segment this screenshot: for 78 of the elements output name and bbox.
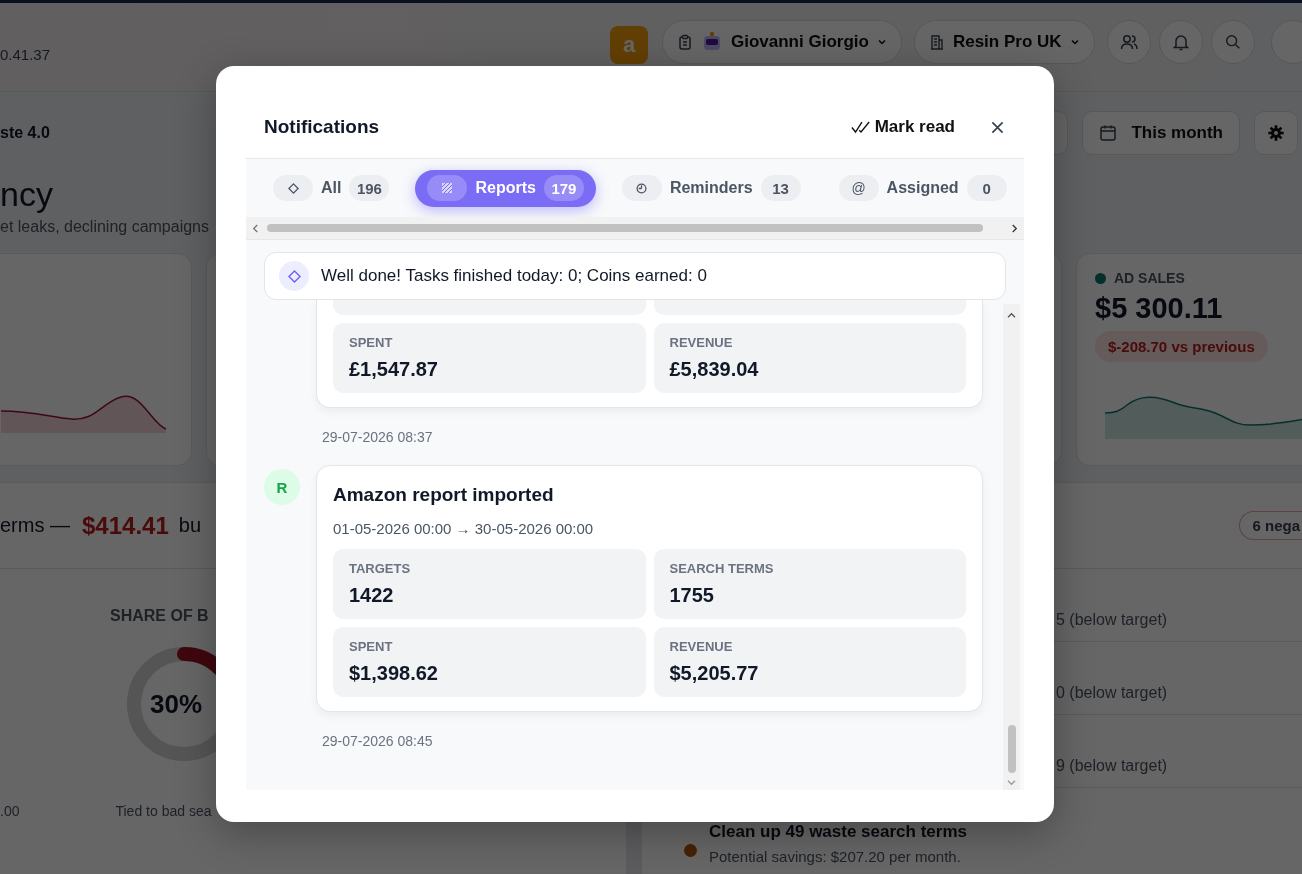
stat-value: 1755 — [669, 584, 715, 607]
stat-label: SPENT — [349, 335, 394, 350]
mark-read-button[interactable]: Mark read — [850, 115, 955, 139]
version-text: 0.41.37 — [0, 45, 52, 63]
filter-tab[interactable]: @ Assigned 0 — [826, 169, 1019, 207]
diamond-icon — [287, 182, 299, 194]
diamond-icon — [287, 269, 301, 283]
caption: Tied to bad sea — [115, 803, 212, 819]
search-icon — [1223, 33, 1242, 51]
stat-label: SEARCH TERMS — [669, 561, 775, 576]
stat-label: REVENUE — [669, 639, 734, 654]
chart-title: SHARE OF B — [110, 607, 209, 625]
stat-value: £5,839.04 — [669, 358, 760, 381]
calendar-icon — [1099, 124, 1118, 142]
action-detail: Potential savings: $207.20 per month. — [709, 848, 962, 865]
count-badge: 6 nega — [1239, 511, 1302, 540]
caret-icon — [876, 37, 887, 47]
scroll-right-icon[interactable] — [1011, 223, 1018, 233]
building-icon — [928, 34, 945, 50]
insight-detail: 9 (below target) — [1056, 757, 1168, 775]
filter-tab[interactable]: All 196 — [261, 169, 402, 207]
users-icon — [1118, 32, 1139, 52]
insight-detail: 0 (below target) — [1056, 684, 1168, 702]
page-subtitle: et leaks, declining campaigns — [0, 218, 209, 236]
stat-label: SPENT — [349, 639, 394, 654]
waste-amount: $414.41 — [82, 511, 169, 540]
users-button[interactable] — [1106, 20, 1151, 64]
stat-value: £1,547.87 — [349, 358, 439, 381]
status-dot-icon — [684, 844, 697, 857]
count-badge: 0 — [966, 175, 1007, 201]
notification-title: Amazon report imported — [333, 484, 555, 506]
panel-heading: erms — — [0, 514, 70, 537]
account-selector[interactable]: Resin Pro UK — [913, 20, 1095, 64]
panel-heading: bu — [178, 514, 201, 537]
filter-tab[interactable]: Reminders 13 — [609, 169, 813, 207]
robot-avatar-icon — [701, 31, 723, 53]
banner-text: Well done! Tasks finished today: 0; Coins earned: 0 — [321, 266, 707, 286]
filter-tab[interactable]: Reports 179 — [415, 169, 596, 207]
status-dot-icon — [1095, 272, 1106, 284]
insight-detail: 5 (below target) — [1056, 611, 1168, 629]
section-title: ste 4.0 — [0, 124, 50, 142]
search-button[interactable] — [1210, 20, 1255, 64]
count-badge: 179 — [543, 175, 584, 201]
report-icon — [441, 182, 454, 194]
count-badge: 13 — [760, 175, 801, 201]
donut-value: 30% — [150, 689, 203, 720]
caption: .00 — [0, 803, 20, 819]
stat-value: 1422 — [349, 584, 395, 607]
dialog-title: Notifications — [264, 116, 381, 138]
metric-label: AD SALES — [1114, 270, 1185, 286]
notifications-button[interactable] — [1158, 20, 1203, 64]
timestamp: 29-07-2026 08:45 — [322, 733, 434, 749]
count-badge: 196 — [349, 175, 390, 201]
scroll-left-icon[interactable] — [252, 223, 259, 233]
caret-icon — [1069, 37, 1080, 47]
stat-value: $1,398.62 — [349, 662, 439, 685]
timestamp: 29-07-2026 08:37 — [322, 429, 434, 445]
period-button[interactable]: This month — [1082, 111, 1240, 155]
stat-label: TARGETS — [349, 561, 412, 576]
scroll-up-icon[interactable] — [1007, 312, 1016, 319]
settings-button[interactable] — [1254, 111, 1298, 155]
clipboard-icon — [677, 34, 693, 50]
scrollbar-thumb[interactable] — [267, 224, 983, 232]
stat-value: $5,205.77 — [669, 662, 760, 685]
scrollbar-thumb[interactable] — [1007, 725, 1016, 773]
date-range: 01-05-2026 00:00 → 30-05-2026 00:00 — [333, 520, 595, 537]
metric-value: $5 300.11 — [1095, 292, 1224, 325]
scroll-down-icon[interactable] — [1007, 779, 1016, 786]
stat-label: REVENUE — [669, 335, 734, 350]
clock-icon — [636, 182, 648, 194]
gear-icon — [1267, 124, 1285, 142]
page-title: ncy — [0, 174, 53, 214]
bell-icon — [1170, 32, 1191, 52]
action-title: Clean up 49 waste search terms — [709, 822, 967, 842]
user-selector[interactable]: Giovanni Giorgio — [662, 20, 902, 64]
avatar: R — [264, 469, 300, 505]
change-badge: $-208.70 vs previous — [1095, 331, 1268, 362]
double-check-icon — [850, 120, 871, 134]
